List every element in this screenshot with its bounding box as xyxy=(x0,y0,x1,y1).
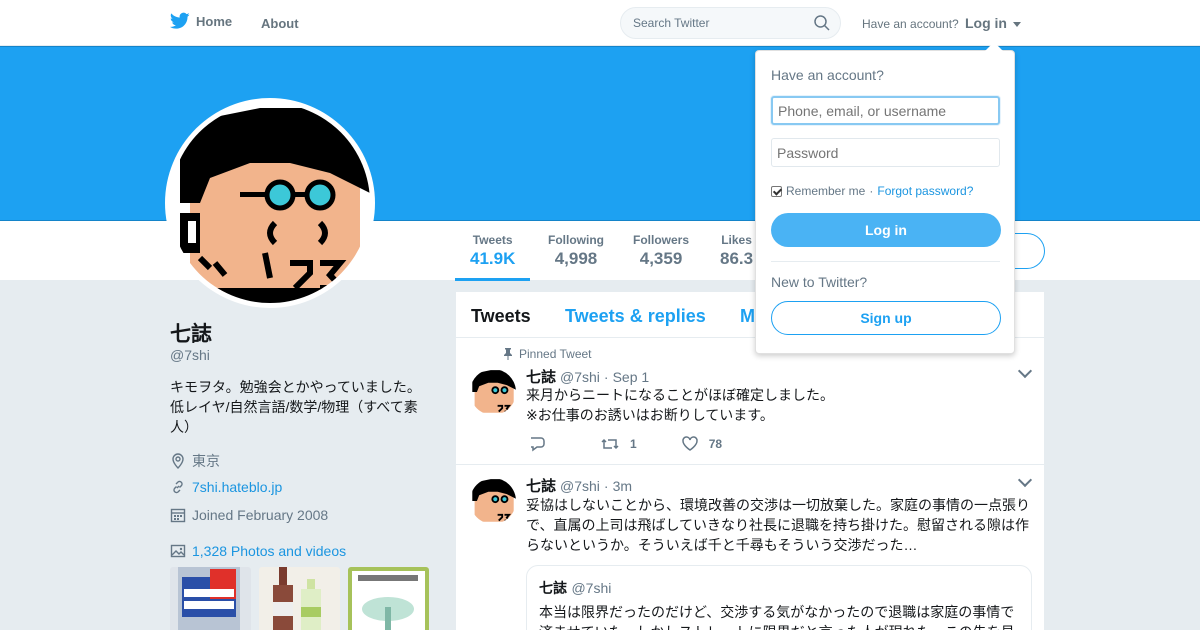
photo-thumb[interactable] xyxy=(348,567,429,630)
caret-down-icon xyxy=(1012,21,1021,27)
tweet-author-handle[interactable]: @7shi xyxy=(560,369,600,385)
stat-value: 4,998 xyxy=(554,249,598,268)
like-count: 78 xyxy=(708,437,723,451)
stat-label: Followers xyxy=(633,233,690,247)
profile-photos[interactable]: 1,328 Photos and videos xyxy=(170,543,346,559)
profile-avatar[interactable] xyxy=(165,98,375,308)
home-link[interactable]: Home xyxy=(170,12,232,30)
stat-value: 4,359 xyxy=(639,249,683,268)
profile-website: 7shi.hateblo.jp xyxy=(170,479,282,495)
tweet[interactable]: 七誌 @7shi · 3m 妥協はしないことから、環境改善の交渉は一切放棄した。家庭の… xyxy=(456,465,1044,630)
tweet-menu-chevron-icon[interactable] xyxy=(1017,472,1033,488)
stat-followers[interactable]: Followers 4,359 xyxy=(633,233,689,269)
profile-bio: キモヲタ。勉強会とかやっていました。低レイヤ/自然言語/数学/物理（すべて素人） xyxy=(170,379,421,435)
pin-icon xyxy=(504,348,512,360)
stat-tweets[interactable]: Tweets 41.9K xyxy=(454,233,531,281)
photo-thumb[interactable] xyxy=(170,567,251,630)
tweet-header: 七誌 @7shi · 3m xyxy=(526,475,632,496)
twitter-bird-icon xyxy=(170,12,190,29)
website-link[interactable]: 7shi.hateblo.jp xyxy=(192,479,282,495)
tweet-dot: · xyxy=(603,478,609,494)
stat-label: Likes xyxy=(721,233,752,247)
avatar-image xyxy=(170,103,370,303)
tweet-header: 七誌 @7shi · Sep 1 xyxy=(526,366,649,387)
book-cover-image xyxy=(348,567,429,630)
login-dropdown: Have an account? Remember me · Forgot pa… xyxy=(755,42,1015,354)
home-label: Home xyxy=(196,13,233,29)
quote-text: 本当は限界だったのだけど、交渉する気がなかったので退職は家庭の事情で済ませていた… xyxy=(539,604,1015,630)
tab-tweets[interactable]: Tweets xyxy=(471,306,531,327)
photo-thumb[interactable] xyxy=(259,567,340,630)
location-icon xyxy=(172,453,184,469)
separator-dot: · xyxy=(869,184,874,198)
quote-author-handle: @7shi xyxy=(571,580,612,596)
dropdown-title: Have an account? xyxy=(771,67,884,83)
stat-value: 86.3 xyxy=(720,249,754,268)
photos-link[interactable]: 1,328 Photos and videos xyxy=(192,543,346,559)
about-link[interactable]: About xyxy=(261,16,299,31)
tweet-menu-chevron-icon[interactable] xyxy=(1017,363,1033,379)
profile-location: 東京 xyxy=(170,451,220,471)
username-field[interactable] xyxy=(771,96,1000,125)
pinned-indicator: Pinned Tweet xyxy=(503,347,592,361)
remember-label[interactable]: Remember me xyxy=(786,184,865,198)
login-label: Log in xyxy=(965,15,1007,31)
tweet-time[interactable]: 3m xyxy=(613,478,632,494)
bottles-image xyxy=(259,567,340,630)
quote-author-name: 七誌 xyxy=(539,580,567,596)
can-drink-image xyxy=(170,567,251,630)
calendar-icon xyxy=(170,508,186,523)
login-button[interactable]: Log in xyxy=(771,213,1001,247)
tweet-author-name[interactable]: 七誌 xyxy=(526,478,556,495)
tweet-author-name[interactable]: 七誌 xyxy=(526,369,556,386)
new-to-twitter-text: New to Twitter? xyxy=(771,274,868,290)
reply-icon[interactable] xyxy=(528,436,546,452)
tweet-author-handle[interactable]: @7shi xyxy=(560,478,600,494)
link-icon xyxy=(173,480,183,494)
pinned-label: Pinned Tweet xyxy=(519,347,592,361)
retweet-count: 1 xyxy=(630,437,637,451)
image-icon xyxy=(170,544,186,558)
avatar-image xyxy=(470,478,516,524)
profile-joined: Joined February 2008 xyxy=(170,507,328,523)
avatar-image xyxy=(470,369,516,415)
photo-thumbnails xyxy=(170,567,429,630)
tweet-text: 妥協はしないことから、環境改善の交渉は一切放棄した。家庭の事情の一点張りで、直属… xyxy=(526,497,1030,553)
profile-name[interactable]: 七誌 xyxy=(170,318,212,348)
signup-button[interactable]: Sign up xyxy=(771,301,1001,335)
tweet-text: 来月からニートになることがほぼ確定しました。 ※お仕事のお誘いはお断りしています… xyxy=(526,387,834,423)
heart-icon[interactable] xyxy=(681,436,699,452)
search-placeholder: Search Twitter xyxy=(633,16,710,30)
divider xyxy=(771,261,1000,262)
tweet-dot: · xyxy=(603,369,609,385)
stat-value: 41.9K xyxy=(470,249,516,268)
tweet-pinned[interactable]: Pinned Tweet 七誌 @7shi · Sep 1 来月からニートになることが… xyxy=(456,338,1044,465)
tab-tweets-replies[interactable]: Tweets & replies xyxy=(565,306,706,327)
stat-likes[interactable]: Likes 86.3 xyxy=(720,233,753,269)
search-input[interactable]: Search Twitter xyxy=(620,7,841,39)
remember-row: Remember me · Forgot password? xyxy=(771,184,973,198)
tab-media[interactable]: M xyxy=(740,306,755,327)
remember-checkbox[interactable] xyxy=(771,185,782,197)
stat-following[interactable]: Following 4,998 xyxy=(548,233,604,269)
tweet-time[interactable]: Sep 1 xyxy=(613,369,650,385)
top-navigation: Home About Search Twitter Have an accoun… xyxy=(0,0,1200,46)
have-account-text: Have an account? xyxy=(862,17,959,31)
tweet-actions: 1 78 xyxy=(528,436,722,452)
joined-text: Joined February 2008 xyxy=(192,507,329,523)
password-field[interactable] xyxy=(771,138,1000,167)
retweet-icon[interactable] xyxy=(600,436,620,452)
search-icon[interactable] xyxy=(814,15,830,31)
stat-label: Following xyxy=(548,233,604,247)
quoted-tweet[interactable]: 七誌 @7shi 本当は限界だったのだけど、交渉する気がなかったので退職は家庭の… xyxy=(526,565,1032,630)
tweet-avatar[interactable] xyxy=(470,478,516,524)
location-text: 東京 xyxy=(192,453,220,469)
stat-label: Tweets xyxy=(472,233,513,247)
profile-handle[interactable]: @7shi xyxy=(170,347,210,363)
login-dropdown-toggle[interactable]: Log in xyxy=(965,15,1021,31)
forgot-password-link[interactable]: Forgot password? xyxy=(877,184,973,198)
tweet-avatar[interactable] xyxy=(470,369,516,415)
